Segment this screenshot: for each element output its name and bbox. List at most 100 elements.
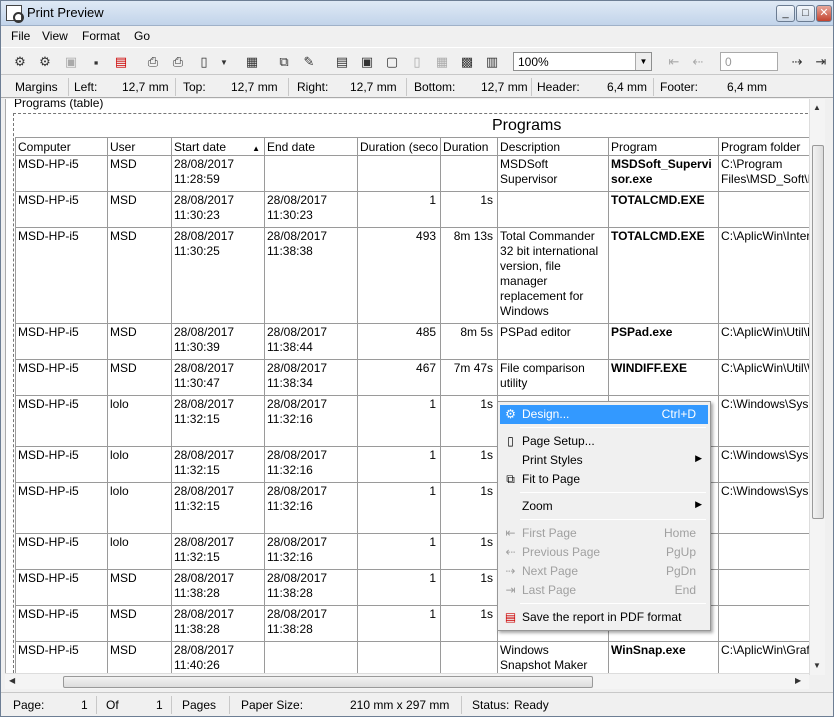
menu-format[interactable]: Format <box>82 29 120 43</box>
footer-margin-value[interactable]: 6,4 mm <box>727 80 767 94</box>
prev-page-icon[interactable]: ⇠ <box>689 53 707 71</box>
save-icon[interactable]: ▪ <box>87 53 105 71</box>
table-cell: 467 <box>356 359 442 396</box>
table-cell: 28/08/2017 11:38:44 <box>264 323 358 360</box>
column-header[interactable]: Computer <box>15 137 108 156</box>
scroll-page-icon[interactable]: ▣ <box>358 53 376 71</box>
table-cell: MSD-HP-i5 <box>15 569 108 606</box>
one-page-icon[interactable]: ▤ <box>333 53 351 71</box>
menu-go[interactable]: Go <box>134 29 150 43</box>
pdf-icon[interactable]: ▤ <box>112 53 130 71</box>
open-icon[interactable]: ▣ <box>62 53 80 71</box>
horizontal-scrollbar[interactable]: ◀ ▶ <box>5 673 809 689</box>
column-header[interactable]: User <box>107 137 172 156</box>
column-header[interactable]: Start date ▲ <box>171 137 265 156</box>
table-cell: MSD-HP-i5 <box>15 482 108 534</box>
table-cell: File comparison utility <box>497 359 610 396</box>
chevron-down-icon[interactable]: ▼ <box>635 53 651 70</box>
table-cell: 28/08/2017 11:32:16 <box>264 533 358 570</box>
menu-item-save-pdf[interactable]: ▤ Save the report in PDF format <box>500 608 708 627</box>
menu-item-zoom[interactable]: Zoom ▶ <box>500 497 708 516</box>
first-page-icon[interactable]: ⇤ <box>665 53 683 71</box>
vertical-scrollbar[interactable]: ▲ ▼ <box>809 99 825 675</box>
bottom-margin-value[interactable]: 12,7 mm <box>481 80 528 94</box>
quick-print-icon[interactable]: ⎙ <box>169 53 187 71</box>
whole-page-icon[interactable]: ▢ <box>383 53 401 71</box>
menu-item-print-styles[interactable]: Print Styles ▶ <box>500 451 708 470</box>
maximize-button[interactable]: □ <box>796 5 815 22</box>
menu-file[interactable]: File <box>11 29 30 43</box>
multi-page-icon[interactable]: ▩ <box>458 53 476 71</box>
status-page-label: Page: <box>13 698 45 712</box>
menu-item-first-page[interactable]: ⇤ First Page Home <box>500 524 708 543</box>
vertical-scroll-thumb[interactable] <box>812 145 824 519</box>
table-cell: 28/08/2017 11:32:15 <box>171 482 265 534</box>
table-cell: 28/08/2017 11:32:15 <box>171 533 265 570</box>
top-margin-value[interactable]: 12,7 mm <box>231 80 278 94</box>
submenu-arrow-icon: ▶ <box>695 499 702 509</box>
column-header[interactable]: Duration (seco <box>356 137 442 156</box>
column-header[interactable]: Duration <box>440 137 499 156</box>
table-cell: 28/08/2017 11:32:15 <box>171 395 265 447</box>
scroll-up-icon[interactable]: ▲ <box>813 103 821 112</box>
book-icon: ▯ <box>507 434 514 448</box>
menu-item-next-page[interactable]: ⇢ Next Page PgDn <box>500 562 708 581</box>
minimize-button[interactable]: _ <box>776 5 795 22</box>
menu-view[interactable]: View <box>42 29 68 43</box>
print-preview-window: Print Preview _ □ ✕ File View Format Go … <box>0 0 834 717</box>
header-margin-value[interactable]: 6,4 mm <box>607 80 647 94</box>
scroll-down-icon[interactable]: ▼ <box>813 661 821 670</box>
table-cell: MSD <box>107 569 172 606</box>
column-header[interactable]: Description <box>497 137 610 156</box>
grid-icon[interactable]: ▦ <box>243 53 261 71</box>
last-page-icon[interactable]: ⇥ <box>812 53 830 71</box>
menu-item-previous-page[interactable]: ⇠ Previous Page PgUp <box>500 543 708 562</box>
table-cell: WINDIFF.EXE <box>608 359 720 396</box>
book-icon[interactable]: ▯ <box>195 53 213 71</box>
column-header[interactable]: End date <box>264 137 358 156</box>
menu-item-page-setup[interactable]: ▯ Page Setup... <box>500 432 708 451</box>
column-header[interactable]: Program folder <box>718 137 822 156</box>
two-pages-icon[interactable]: ▯ <box>408 53 426 71</box>
table-cell: C:\AplicWin\Graf <box>718 641 822 675</box>
scroll-right-icon[interactable]: ▶ <box>795 676 801 685</box>
table-cell <box>718 533 822 570</box>
horizontal-scroll-thumb[interactable] <box>63 676 593 688</box>
table-cell: 1 <box>356 446 442 483</box>
fit-icon: ⧉ <box>506 472 515 486</box>
table-cell: MSD-HP-i5 <box>15 155 108 192</box>
table-cell: 28/08/2017 11:38:28 <box>171 605 265 642</box>
chevron-down-icon[interactable]: ▼ <box>215 53 233 71</box>
table-cell: PSPad.exe <box>608 323 720 360</box>
left-margin-value[interactable]: 12,7 mm <box>122 80 169 94</box>
right-margin-value[interactable]: 12,7 mm <box>350 80 397 94</box>
table-cell: Windows Snapshot Maker <box>497 641 610 675</box>
table-cell: 1 <box>356 605 442 642</box>
title-bar[interactable]: Print Preview _ □ ✕ <box>1 1 833 26</box>
page-setup-icon[interactable]: ⚙ <box>36 53 54 71</box>
table-cell: 8m 13s <box>440 227 499 324</box>
design-icon[interactable]: ⚙ <box>11 53 29 71</box>
menu-item-last-page[interactable]: ⇥ Last Page End <box>500 581 708 600</box>
table-cell: 1 <box>356 395 442 447</box>
column-header[interactable]: Program <box>608 137 720 156</box>
table-cell: C:\Program Files\MSD_Soft\M <box>718 155 822 192</box>
table-cell: Total Commander 32 bit international ver… <box>497 227 610 324</box>
table-cell: MSDSoft Supervisor <box>497 155 610 192</box>
zoom-select[interactable]: 100% ▼ <box>513 52 652 71</box>
fit-icon[interactable]: ⧉ <box>275 53 293 71</box>
menu-item-design[interactable]: ⚙ Design... Ctrl+D <box>500 405 708 424</box>
print-icon[interactable]: ⎙ <box>144 53 162 71</box>
table-cell: 1s <box>440 446 499 483</box>
close-button[interactable]: ✕ <box>816 5 832 22</box>
copy-icon[interactable]: ✎ <box>300 53 318 71</box>
next-page-icon[interactable]: ⇢ <box>788 53 806 71</box>
margins-bar: Margins Left: 12,7 mm Top: 12,7 mm Right… <box>1 76 833 98</box>
page-number-input[interactable]: 0 <box>720 52 778 71</box>
thumbnails-icon[interactable]: ▥ <box>483 53 501 71</box>
scroll-left-icon[interactable]: ◀ <box>9 676 15 685</box>
menu-item-fit-to-page[interactable]: ⧉ Fit to Page <box>500 470 708 489</box>
table-cell: 1s <box>440 605 499 642</box>
four-pages-icon[interactable]: ▦ <box>433 53 451 71</box>
table-cell <box>440 641 499 675</box>
